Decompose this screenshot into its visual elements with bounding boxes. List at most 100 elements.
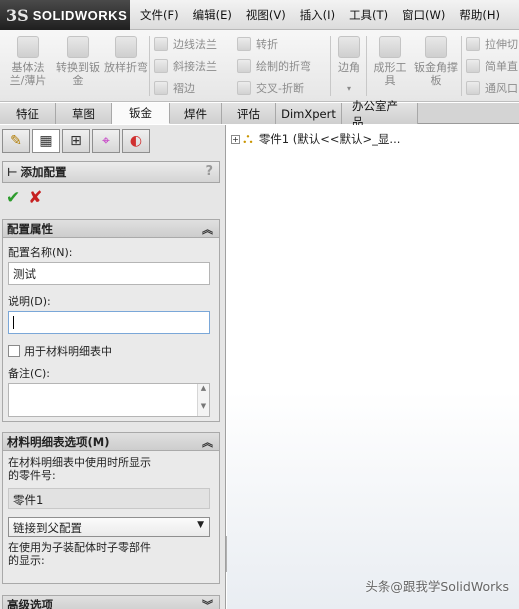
configuration-properties-header[interactable]: 配置属性 ︽ [3,220,219,238]
vent-button[interactable]: 通风口 [466,77,518,99]
expand-tree-icon[interactable]: + [231,134,240,144]
base-flange-label: 基体法兰/薄片 [9,61,47,87]
tree-root-part[interactable]: 零件1 (默认<<默认>_显... [259,131,401,147]
scroll-up-icon[interactable]: ▲ [198,384,209,392]
ribbon-column-3: 拉伸切 简单直 通风口 [466,33,518,99]
notes-label: 备注(C): [8,367,50,380]
manager-tabs: ✎ ▦ ⊞ ⌖ ◐ [0,129,150,155]
checkbox-box[interactable] [8,345,20,357]
link-option-dropdown[interactable]: 链接到父配置 ▼ [8,517,210,537]
use-in-bom-label: 用于材料明细表中 [24,345,112,358]
solidworks-logo[interactable]: 3S SOLIDWORKS [0,0,130,30]
ok-check-icon[interactable]: ✔ [6,188,20,208]
ribbon-separator [149,36,150,96]
property-manager-icon: ▦ [39,133,53,149]
collapse-chevron-icon[interactable]: ︽ [202,221,213,237]
part-icon: ⛬ [243,131,253,147]
configuration-manager-tab[interactable]: ⊞ [62,129,90,153]
base-flange-button[interactable]: 基体法兰/薄片 [6,36,50,98]
extruded-cut-icon [466,37,480,51]
menu-insert[interactable]: 插入(I) [300,7,335,23]
menu-tools[interactable]: 工具(T) [349,7,388,23]
use-in-bom-checkbox[interactable]: 用于材料明细表中 [8,343,112,359]
simple-hole-button[interactable]: 简单直 [466,55,518,77]
feature-tree-flyout: + ⛬ 零件1 (默认<<默认>_显... [231,131,400,147]
jog-button[interactable]: 转折 [237,33,311,55]
bom-options-header[interactable]: 材料明细表选项(M) ︽ [3,433,219,451]
menu-help[interactable]: 帮助(H) [459,7,500,23]
menu-bar: 文件(F) 编辑(E) 视图(V) 插入(I) 工具(T) 窗口(W) 帮助(H… [140,0,514,30]
tab-evaluate[interactable]: 评估 [222,103,276,124]
graphics-area[interactable]: + ⛬ 零件1 (默认<<默认>_显... 头条@跟我学SolidWorks [227,125,519,609]
ok-cancel-bar: ✔ ✘ [6,188,43,208]
gusset-icon [425,36,447,58]
ds-logo-icon: 3S [6,5,29,25]
dropdown-arrow-icon[interactable]: ▼ [197,520,204,530]
forming-tool-label: 成形工具 [373,61,407,87]
simple-hole-icon [466,59,480,73]
bom-options-title: 材料明细表选项(M) [7,434,110,449]
collapse-chevron-icon[interactable]: ︽ [202,434,213,450]
watermark: 头条@跟我学SolidWorks [365,579,509,594]
sheet-metal-gusset-button[interactable]: 钣金角撑板 [414,36,458,98]
convert-to-sheet-metal-button[interactable]: 转换到钣金 [56,36,100,98]
display-manager-tab[interactable]: ◐ [122,129,150,153]
tab-features[interactable]: 特征 [0,103,56,124]
scroll-down-icon[interactable]: ▼ [198,402,209,410]
bom-options-group: 材料明细表选项(M) ︽ 在材料明细表中使用时所显示的零件号: 零件1 链接到父… [2,432,220,584]
vent-icon [466,81,480,95]
configuration-name-label: 配置名称(N): [8,246,73,259]
tab-weldments[interactable]: 焊件 [170,103,222,124]
menu-edit[interactable]: 编辑(E) [193,7,232,23]
tab-dimxpert[interactable]: DimXpert [276,103,342,124]
lofted-bend-icon [115,36,137,58]
simple-hole-label: 简单直 [485,60,518,73]
text-cursor [13,316,14,329]
sketched-bend-button[interactable]: 绘制的折弯 [237,55,311,77]
description-input[interactable] [8,311,210,334]
edge-flange-label: 边线法兰 [173,38,217,51]
configuration-name-input[interactable]: 测试 [8,262,210,285]
vent-label: 通风口 [485,82,518,95]
forming-tool-button[interactable]: 成形工具 [370,36,410,98]
property-manager-title: 添加配置 [20,165,67,179]
help-icon[interactable]: ? [205,164,213,179]
tab-office-products[interactable]: 办公室产品 [342,99,418,129]
notes-textarea[interactable]: ▲ ▼ [8,383,210,417]
link-option-value: 链接到父配置 [13,521,82,535]
ribbon-column-2: 转折 绘制的折弯 交叉-折断 [237,33,311,99]
hem-button[interactable]: 褶边 [154,77,217,99]
hem-icon [154,81,168,95]
jog-label: 转折 [256,38,278,51]
advanced-options-title: 高级选项 [7,597,53,609]
display-manager-icon: ◐ [129,133,143,149]
expand-chevron-icon[interactable]: ︾ [202,597,213,609]
configuration-manager-icon: ⊞ [70,133,82,149]
edge-flange-button[interactable]: 边线法兰 [154,33,217,55]
menu-window[interactable]: 窗口(W) [402,7,445,23]
forming-tool-icon [379,36,401,58]
notes-scrollbar[interactable]: ▲ ▼ [197,384,209,416]
hem-label: 褶边 [173,82,195,95]
corners-dropdown-icon[interactable]: ▾ [334,82,364,95]
advanced-options-header[interactable]: 高级选项 ︾ [3,596,219,609]
miter-flange-button[interactable]: 斜接法兰 [154,55,217,77]
menu-view[interactable]: 视图(V) [246,7,286,23]
tab-sketch[interactable]: 草图 [56,103,112,124]
cross-break-button[interactable]: 交叉-折断 [237,77,311,99]
app-name: SOLIDWORKS [32,7,128,23]
feature-manager-tab[interactable]: ✎ [2,129,30,153]
tab-sheet-metal[interactable]: 钣金 [112,103,170,124]
miter-flange-label: 斜接法兰 [173,60,217,73]
corners-button[interactable]: 边角 ▾ [334,36,364,98]
property-manager-tab[interactable]: ▦ [32,129,60,153]
jog-icon [237,37,251,51]
extruded-cut-button[interactable]: 拉伸切 [466,33,518,55]
edge-flange-icon [154,37,168,51]
sketched-bend-label: 绘制的折弯 [256,60,311,73]
menu-file[interactable]: 文件(F) [140,7,179,23]
cancel-x-icon[interactable]: ✘ [28,188,42,208]
lofted-bend-button[interactable]: 放样折弯 [104,36,148,98]
corners-label: 边角 [338,61,360,74]
dimxpert-manager-tab[interactable]: ⌖ [92,129,120,153]
